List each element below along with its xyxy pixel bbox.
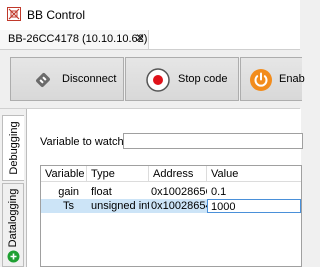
cell-variable: Ts [63, 200, 74, 212]
power-icon [250, 69, 272, 91]
stop-code-button[interactable]: Stop code [125, 57, 239, 101]
plug-icon [36, 73, 50, 87]
stop-code-label: Stop code [178, 73, 228, 85]
record-stop-icon [146, 68, 170, 92]
debugging-pane: Variable to watch: Variable Type Address… [26, 109, 303, 267]
close-icon[interactable]: ✕ [135, 31, 145, 45]
column-header-type[interactable]: Type [87, 166, 149, 182]
toolbar: Disconnect Stop code Enab [0, 50, 305, 108]
column-header-variable[interactable]: Variable [41, 166, 87, 182]
cell-address: 0x10028654 [151, 200, 207, 212]
cell-address: 0x1002865C [151, 186, 207, 198]
cell-type: float [91, 186, 112, 198]
tab-device-label: BB-26CC4178 (10.10.10.62) [8, 33, 148, 45]
tab-device[interactable]: BB-26CC4178 (10.10.10.62) ✕ [0, 30, 149, 49]
cell-value[interactable]: 0.1 [211, 185, 299, 199]
cell-variable: gain [58, 186, 79, 198]
variables-grid: Variable Type Address Value gain float 0… [40, 165, 302, 267]
title-bar: BB Control [0, 0, 300, 30]
watch-label: Variable to watch: [40, 136, 127, 148]
tab-debugging[interactable]: Debugging [2, 115, 24, 181]
add-circle-icon [7, 250, 20, 263]
value-edit-field[interactable]: 1000 [207, 199, 301, 213]
column-header-value[interactable]: Value [207, 166, 301, 182]
tab-datalogging-label: Datalogging [7, 189, 19, 248]
table-row[interactable]: gain float 0x1002865C 0.1 [41, 185, 301, 199]
side-tabs: Debugging Datalogging [0, 109, 26, 267]
window-title: BB Control [27, 8, 86, 22]
tab-bar: BB-26CC4178 (10.10.10.62) ✕ [0, 30, 300, 50]
column-header-address[interactable]: Address [149, 166, 207, 182]
cell-value-editing: 1000 [211, 201, 236, 213]
disconnect-label: Disconnect [62, 73, 117, 85]
main-content: Debugging Datalogging Variable to watch:… [0, 108, 303, 267]
disconnect-button[interactable]: Disconnect [10, 57, 124, 101]
enable-button[interactable]: Enab [240, 57, 305, 101]
cell-type: unsigned int [91, 200, 149, 212]
tab-datalogging[interactable]: Datalogging [2, 183, 24, 267]
variable-to-watch-input[interactable] [123, 133, 303, 149]
table-row-selected[interactable]: Ts unsigned int 0x10028654 1000 [41, 199, 301, 213]
tab-debugging-label: Debugging [7, 121, 20, 175]
enable-label: Enab [279, 73, 305, 85]
app-logo-icon [7, 7, 21, 21]
